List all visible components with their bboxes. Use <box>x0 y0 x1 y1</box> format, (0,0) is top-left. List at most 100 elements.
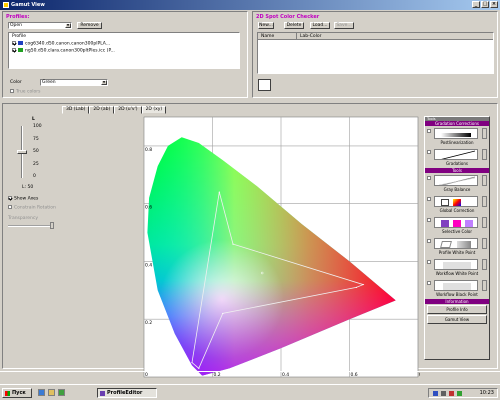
xy-gamut-chart[interactable]: 00.20.20.40.40.60.60.80.8 <box>142 115 420 379</box>
color-select-value: Green <box>42 80 56 85</box>
tool-settings-button[interactable] <box>482 259 487 270</box>
tool-preview-thumbnail[interactable] <box>434 196 478 207</box>
profile-list-item[interactable]: cog6340.d50.canon.canon300plPLA... <box>12 41 110 47</box>
gamut-point <box>198 367 200 369</box>
gamut-point <box>232 243 234 245</box>
tool-preview-thumbnail[interactable] <box>434 175 478 186</box>
tool-name: Gray Balance <box>443 187 471 192</box>
minimize-button[interactable]: _ <box>472 1 480 8</box>
tool-selective-color[interactable]: Selective Color <box>425 215 489 236</box>
l-slider-thumb[interactable] <box>17 150 27 154</box>
quicklaunch-desktop-icon[interactable] <box>48 389 55 396</box>
gamut-point <box>355 286 357 289</box>
spot-delete-button[interactable]: Delete <box>284 22 304 29</box>
chevron-down-icon[interactable]: ▼ <box>65 23 71 28</box>
tool-settings-button[interactable] <box>482 280 487 291</box>
constrain-rotation-checkbox[interactable]: Constrain Rotation <box>8 205 56 211</box>
app-icon <box>3 2 9 8</box>
l-tick-label: 25 <box>33 161 39 167</box>
tray-network-icon[interactable] <box>433 391 438 396</box>
tool-gradations[interactable]: Gradations <box>425 147 489 168</box>
spot-col-name[interactable]: Name <box>261 34 274 39</box>
y-tick-label: 0.6 <box>145 205 152 211</box>
tool-enable-checkbox[interactable] <box>427 129 431 133</box>
tool-enable-checkbox[interactable] <box>427 197 431 201</box>
tool-preview-thumbnail[interactable] <box>434 280 478 291</box>
spot-save-button[interactable]: Save... <box>334 22 354 29</box>
profile-open-select[interactable]: Open ▼ <box>8 22 72 29</box>
transparency-thumb[interactable] <box>50 222 54 229</box>
spot-load-button[interactable]: Load... <box>310 22 330 29</box>
tool-enable-checkbox[interactable] <box>427 260 431 264</box>
quicklaunch-media-icon[interactable] <box>58 389 65 396</box>
tool-preview-thumbnail[interactable] <box>434 259 478 270</box>
profile-list-item[interactable]: ng50.d50.clara.canon300pltPles.icc (P... <box>12 48 115 54</box>
spot-color-list[interactable]: Name Lab-Color <box>257 32 494 74</box>
profile-color-swatch <box>18 48 23 52</box>
profile-check-icon[interactable] <box>12 41 16 45</box>
quicklaunch-explorer-icon[interactable] <box>38 389 45 396</box>
start-label: Пуск <box>12 390 26 396</box>
window-title: Gamut View <box>11 2 45 8</box>
tool-enable-checkbox[interactable] <box>427 281 431 285</box>
system-tray: 10:23 <box>428 388 498 398</box>
tool-enable-checkbox[interactable] <box>427 150 431 154</box>
show-axes-check-icon[interactable] <box>8 196 12 200</box>
color-label: Color <box>10 80 22 85</box>
transparency-label: Transparency <box>8 216 39 221</box>
tab-2d-ab[interactable]: 2D (ab) <box>89 106 115 114</box>
constrain-check-icon[interactable] <box>8 205 12 209</box>
tool-workflow-black-point[interactable]: Workflow Black Point <box>425 278 489 299</box>
tool-preview-thumbnail[interactable] <box>434 149 478 160</box>
start-button[interactable]: Пуск <box>2 388 32 398</box>
remove-button[interactable]: Remove <box>77 22 102 29</box>
profile-item-label: ng50.d50.clara.canon300pltPles.icc (P... <box>25 48 115 54</box>
clock: 10:23 <box>479 390 494 396</box>
gamut-view-button[interactable]: Gamut View <box>427 315 487 324</box>
tray-antivirus-icon[interactable] <box>449 391 454 396</box>
tool-preview-thumbnail[interactable] <box>434 238 478 249</box>
tool-settings-button[interactable] <box>482 128 487 139</box>
show-axes-checkbox[interactable]: Show Axes <box>8 196 38 202</box>
tool-settings-button[interactable] <box>482 175 487 186</box>
chevron-down-icon[interactable]: ▼ <box>101 80 107 85</box>
tool-workflow-white-point[interactable]: Workflow White Point <box>425 257 489 278</box>
transparency-slider[interactable] <box>8 225 54 227</box>
tab-2d-xy[interactable]: 2D (xy) <box>141 106 167 114</box>
taskbar-app-label: ProfileEditor <box>107 390 143 396</box>
tool-preview-thumbnail[interactable] <box>434 217 478 228</box>
spot-col-lab[interactable]: Lab-Color <box>300 34 322 39</box>
l-label: L <box>32 117 35 122</box>
color-select[interactable]: Green ▼ <box>40 79 108 86</box>
maximize-button[interactable]: □ <box>481 1 489 8</box>
tool-postlinearization[interactable]: Postlinearization <box>425 126 489 147</box>
y-tick-label: 0.2 <box>145 320 152 326</box>
taskbar-app-button[interactable]: ProfileEditor <box>97 388 157 398</box>
profile-info-button[interactable]: Profile Info <box>427 305 487 314</box>
tab-2d-u-v[interactable]: 2D (u'v') <box>114 106 142 114</box>
tray-volume-icon[interactable] <box>441 391 446 396</box>
true-colors-checkbox[interactable]: True colors <box>10 89 40 95</box>
tool-enable-checkbox[interactable] <box>427 218 431 222</box>
profile-list[interactable]: Profile cog6340.d50.canon.canon300plPLA.… <box>8 32 240 69</box>
gamut-point <box>362 283 364 286</box>
tool-enable-checkbox[interactable] <box>427 239 431 243</box>
profile-check-icon[interactable] <box>12 48 16 52</box>
tool-settings-button[interactable] <box>482 196 487 207</box>
l-tick-label: 75 <box>33 136 39 142</box>
spot-new-button[interactable]: New... <box>258 22 274 29</box>
tray-update-icon[interactable] <box>457 391 462 396</box>
window-title-bar[interactable]: Gamut View _ □ × <box>0 0 500 10</box>
tool-preview-thumbnail[interactable] <box>434 128 478 139</box>
tool-gray-balance[interactable]: Gray Balance <box>425 173 489 194</box>
tool-enable-checkbox[interactable] <box>427 176 431 180</box>
tool-settings-button[interactable] <box>482 217 487 228</box>
tool-settings-button[interactable] <box>482 149 487 160</box>
close-button[interactable]: × <box>490 1 498 8</box>
tool-profile-white-point[interactable]: Profile White Point <box>425 236 489 257</box>
tool-settings-button[interactable] <box>482 238 487 249</box>
tab-3d-lab[interactable]: 3D (Lab) <box>62 106 90 114</box>
tool-global-correction[interactable]: Global Correction <box>425 194 489 215</box>
true-colors-check-icon[interactable] <box>10 89 14 93</box>
profile-open-value: Open <box>10 23 23 28</box>
